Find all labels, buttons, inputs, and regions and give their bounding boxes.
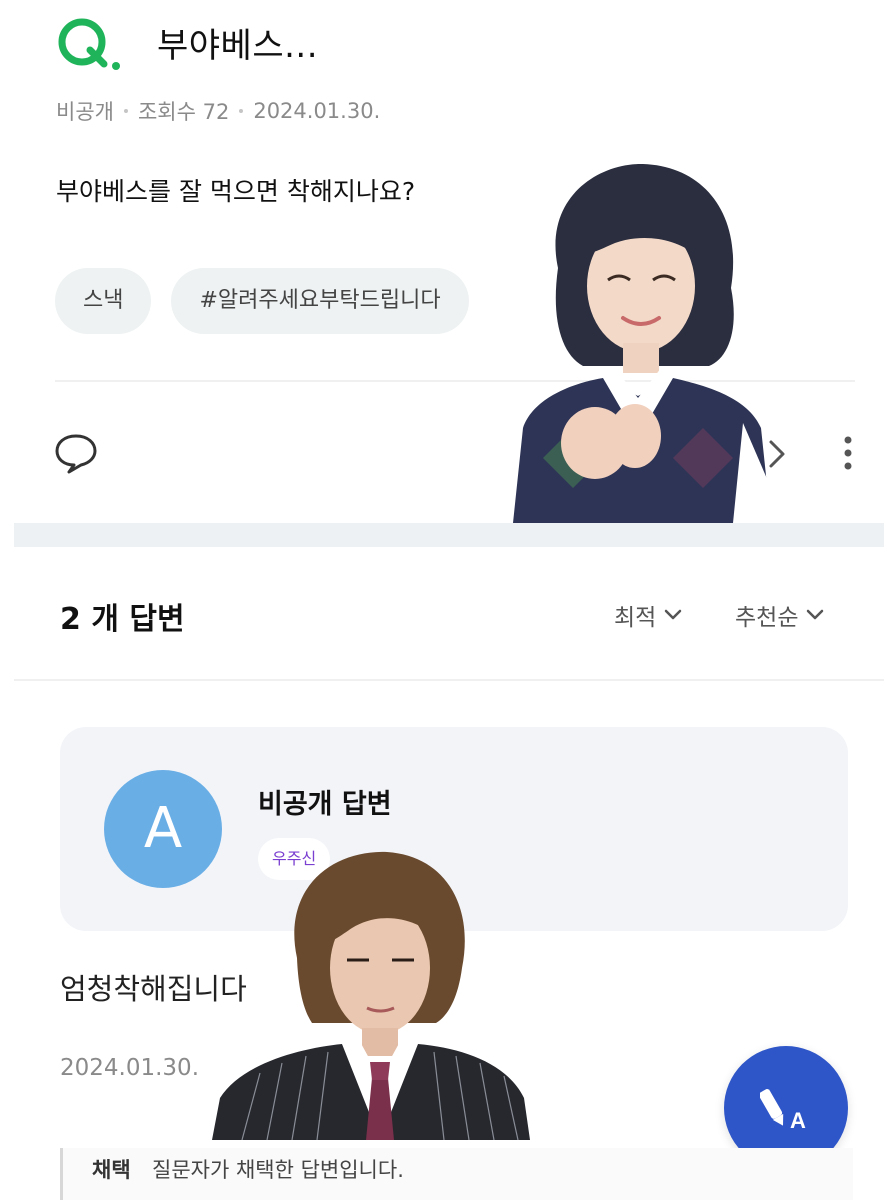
tag-chip[interactable]: #알려주세요부탁드립니다 (171, 268, 469, 334)
answer-date: 2024.01.30. (60, 1055, 199, 1081)
question-body: 부야베스를 잘 먹으면 착해지나요? (56, 177, 416, 206)
answer-body: 엄청착해집니다 (60, 972, 247, 1006)
question-author: 비공개 (56, 100, 114, 124)
sort-recommend-dropdown[interactable]: 추천순 (735, 598, 824, 632)
chevron-down-icon (665, 609, 682, 620)
more-vertical-icon[interactable] (838, 434, 858, 474)
chosen-text: 질문자가 채택한 답변입니다. (152, 1158, 404, 1182)
svg-text:A: A (790, 1108, 806, 1132)
question-meta: 비공개 조회수 72 2024.01.30. (56, 96, 380, 126)
section-separator (14, 523, 884, 547)
sort-best-label: 최적 (614, 605, 657, 631)
question-views: 조회수 72 (137, 100, 230, 124)
write-answer-icon: A (760, 1089, 806, 1132)
meta-separator (239, 109, 244, 113)
question-date: 2024.01.30. (253, 99, 381, 123)
tag-chip[interactable]: 스낵 (55, 268, 152, 334)
q-logo-icon (58, 18, 120, 70)
sort-best-dropdown[interactable]: 최적 (614, 598, 682, 632)
answers-count: 2 개 답변 (60, 602, 185, 637)
question-title: 부야베스... (157, 26, 319, 66)
tag-list: 스낵 #알려주세요부탁드립니다 (55, 268, 469, 334)
meta-separator (123, 109, 128, 113)
chevron-down-icon (807, 609, 824, 620)
divider (14, 679, 884, 681)
person-photo (212, 851, 530, 1140)
chosen-label: 채택 (92, 1158, 131, 1182)
answerer-name: 비공개 답변 (258, 789, 392, 820)
sort-recommend-label: 추천순 (735, 605, 799, 631)
avatar: A (104, 770, 222, 888)
person-photo (513, 163, 771, 523)
comment-icon[interactable] (52, 430, 100, 476)
